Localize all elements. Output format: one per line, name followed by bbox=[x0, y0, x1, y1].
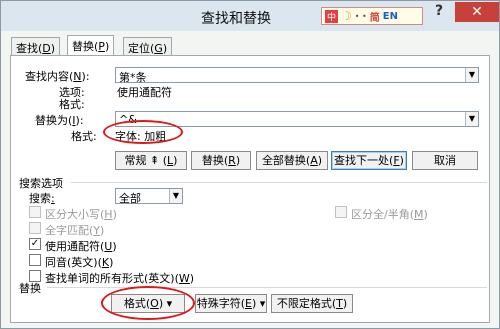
dialog-title: 查找和替换 bbox=[201, 11, 271, 27]
search-options-heading: 搜索选项 bbox=[19, 177, 63, 190]
tab-find-close: ) bbox=[50, 42, 56, 55]
ime-zh-icon: 中 bbox=[325, 9, 338, 23]
find-history-dropdown[interactable]: ▼ bbox=[465, 68, 478, 82]
help-button[interactable]: ? bbox=[426, 3, 452, 23]
replace-format-label: 格式: bbox=[71, 130, 97, 143]
search-direction-label: 搜索: bbox=[29, 192, 55, 205]
search-direction-value: 全部 bbox=[119, 192, 141, 205]
replace-input[interactable]: ^& ▼ bbox=[115, 111, 479, 127]
find-replace-dialog: 查找和替换 中 ☽ • • 简 EN ? ✕ 查找(D) 替换(P) 定位(G)… bbox=[0, 0, 500, 329]
find-format-label: 格式: bbox=[59, 98, 85, 111]
special-chars-button[interactable]: 特殊字符(E) ▾ bbox=[195, 294, 267, 313]
replace-all-button[interactable]: 全部替换(A) bbox=[256, 151, 328, 170]
search-direction-select[interactable]: 全部 ▼ bbox=[115, 188, 183, 205]
close-button[interactable]: ✕ bbox=[455, 2, 499, 22]
replace-value: ^& bbox=[119, 113, 137, 126]
find-label: 查找内容(N): bbox=[25, 70, 90, 83]
replace-section-heading: 替换 bbox=[19, 282, 41, 295]
replace-section-divider bbox=[47, 287, 487, 288]
sounds-like-label: 同音(英文)(K) bbox=[45, 256, 114, 269]
find-value: 第*条 bbox=[119, 71, 147, 84]
ime-toolbar[interactable]: 中 ☽ • • 简 EN bbox=[321, 7, 423, 25]
less-button[interactable]: 常规 ⇞ (L) bbox=[115, 151, 187, 170]
tab-goto-label: 定位( bbox=[128, 42, 155, 55]
match-case-label: 区分大小写(H) bbox=[45, 208, 117, 221]
replace-panel: 查找内容(N): 第*条 ▼ 选项: 使用通配符 格式: 替换为(I): ^& … bbox=[10, 55, 490, 323]
match-width-label: 区分全/半角(M) bbox=[351, 208, 428, 221]
tab-find[interactable]: 查找(D) bbox=[11, 37, 61, 55]
replace-button[interactable]: 替换(R) bbox=[191, 151, 251, 170]
tab-find-key: D bbox=[42, 42, 51, 55]
chevron-down-icon: ▼ bbox=[169, 189, 182, 203]
tab-replace[interactable]: 替换(P) bbox=[67, 35, 115, 56]
format-button[interactable]: 格式(O) ▾ bbox=[111, 294, 185, 313]
moon-icon: ☽ bbox=[341, 9, 352, 23]
whole-word-label: 全字匹配(Y) bbox=[45, 224, 105, 237]
tab-replace-label: 替换( bbox=[72, 40, 99, 53]
replace-history-dropdown[interactable]: ▼ bbox=[465, 112, 478, 126]
tab-goto-key: G bbox=[154, 42, 163, 55]
tab-goto[interactable]: 定位(G) bbox=[123, 37, 173, 55]
wildcards-checkbox[interactable]: ✓ bbox=[29, 238, 41, 250]
ime-en-label: EN bbox=[382, 10, 398, 22]
tab-find-label: 查找( bbox=[16, 42, 43, 55]
tab-replace-close: ) bbox=[104, 40, 110, 53]
title-bar: 查找和替换 中 ☽ • • 简 EN ? ✕ bbox=[1, 1, 499, 31]
replace-format-value: 字体: 加粗 bbox=[115, 130, 167, 143]
find-input[interactable]: 第*条 ▼ bbox=[115, 67, 479, 84]
tab-goto-close: ) bbox=[162, 42, 168, 55]
search-options-divider bbox=[71, 182, 487, 183]
wildcards-label: 使用通配符(U) bbox=[45, 240, 117, 253]
find-options-value: 使用通配符 bbox=[117, 86, 172, 99]
match-width-checkbox[interactable] bbox=[335, 206, 347, 218]
all-word-forms-label: 查找单词的所有形式(英文)(W) bbox=[45, 272, 195, 285]
cancel-button[interactable]: 取消 bbox=[412, 151, 478, 170]
ime-simplified-label: 简 bbox=[369, 12, 380, 24]
collapse-arrow-icon: ⇞ bbox=[150, 154, 160, 167]
no-formatting-button[interactable]: 不限定格式(T) bbox=[271, 294, 353, 313]
match-case-checkbox[interactable] bbox=[29, 206, 41, 218]
whole-word-checkbox[interactable] bbox=[29, 222, 41, 234]
tab-replace-key: P bbox=[98, 40, 105, 53]
find-next-button[interactable]: 查找下一处(F) bbox=[331, 151, 407, 170]
ime-separator: • • bbox=[354, 11, 367, 21]
sounds-like-checkbox[interactable] bbox=[29, 254, 41, 266]
replace-label: 替换为(I): bbox=[35, 114, 84, 127]
